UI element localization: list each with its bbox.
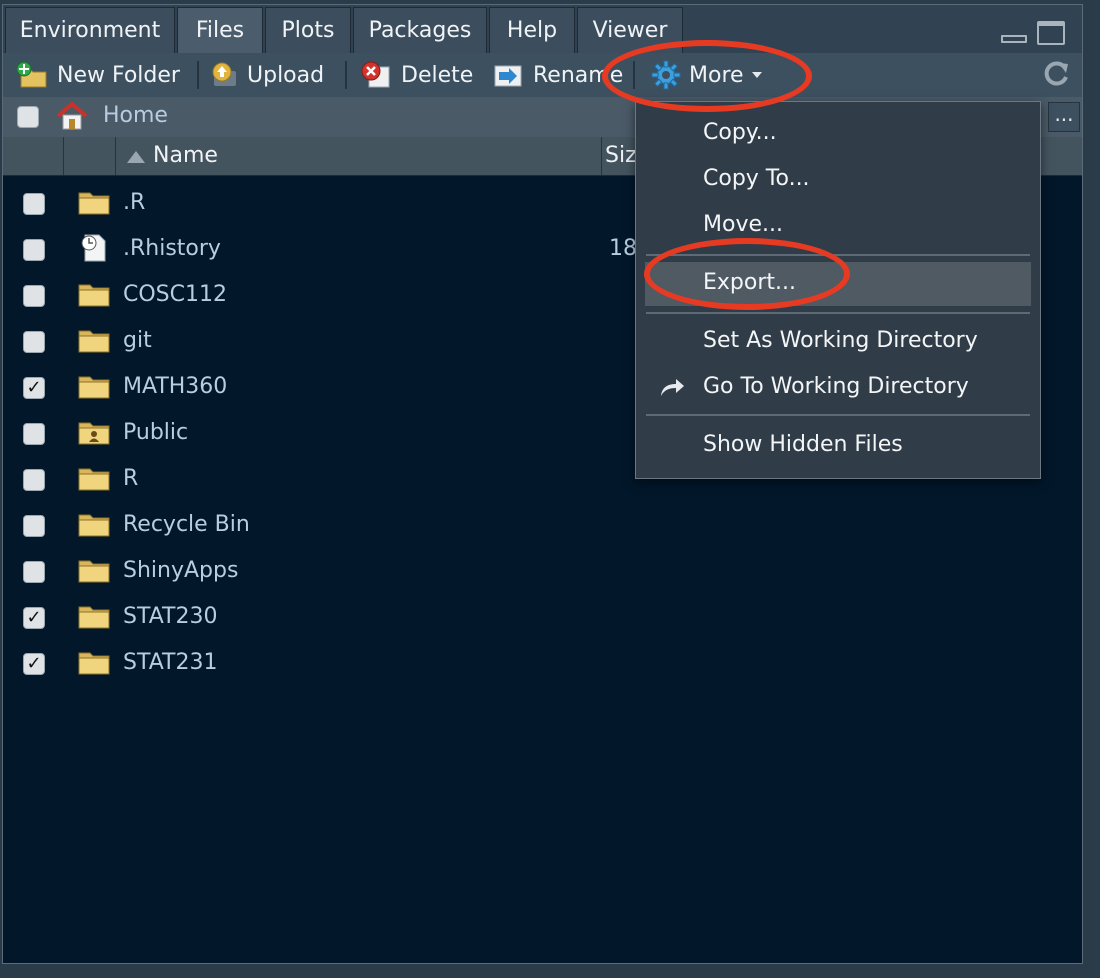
file-checkbox[interactable] (23, 239, 45, 261)
file-name-link[interactable]: ShinyApps (123, 558, 238, 583)
annotation-circle-more (602, 40, 812, 112)
menu-item-label: Copy To... (703, 166, 810, 191)
folder-icon (77, 647, 111, 681)
history-file-icon (77, 233, 111, 267)
folder-icon (77, 601, 111, 635)
minimize-pane-icon[interactable] (1001, 35, 1027, 43)
file-checkbox[interactable] (23, 331, 45, 353)
file-checkbox[interactable] (23, 469, 45, 491)
files-pane: Environment Files Plots Packages Help Vi… (2, 4, 1083, 964)
folder-icon (77, 509, 111, 543)
menu-item-go-to-working-dir[interactable]: Go To Working Directory (636, 366, 1040, 410)
size-column-header[interactable]: Siz (605, 143, 637, 168)
file-name-link[interactable]: R (123, 466, 138, 491)
new-folder-button[interactable]: New Folder (15, 58, 180, 92)
delete-label: Delete (401, 62, 474, 88)
menu-item-copy-to[interactable]: Copy To... (636, 158, 1040, 202)
folder-icon (77, 463, 111, 497)
annotation-circle-export (644, 238, 850, 310)
folder-icon (77, 555, 111, 589)
select-all-checkbox[interactable] (17, 106, 39, 128)
tab-environment[interactable]: Environment (5, 7, 175, 53)
column-divider (63, 137, 64, 175)
menu-item-show-hidden-files[interactable]: Show Hidden Files (636, 424, 1040, 468)
file-name-link[interactable]: Public (123, 420, 188, 445)
menu-item-label: Set As Working Directory (703, 328, 978, 353)
menu-divider (646, 312, 1030, 314)
file-checkbox[interactable] (23, 423, 45, 445)
tab-bar: Environment Files Plots Packages Help Vi… (3, 5, 1082, 54)
delete-button[interactable]: Delete (359, 58, 473, 92)
tab-files[interactable]: Files (177, 7, 263, 53)
file-checkbox[interactable]: ✓ (23, 653, 45, 675)
file-checkbox[interactable] (23, 285, 45, 307)
folder-icon (77, 371, 111, 405)
file-checkbox[interactable] (23, 193, 45, 215)
folder-icon (77, 325, 111, 359)
file-name-link[interactable]: COSC112 (123, 282, 227, 307)
upload-icon (212, 62, 236, 86)
menu-item-move[interactable]: Move... (636, 204, 1040, 248)
toolbar-divider (345, 61, 347, 89)
menu-item-label: Show Hidden Files (703, 432, 903, 457)
delete-icon (361, 61, 390, 88)
breadcrumb-home[interactable]: Home (103, 103, 168, 128)
file-name-link[interactable]: git (123, 328, 152, 353)
menu-divider (646, 414, 1030, 416)
file-row[interactable]: ShinyApps (3, 549, 1082, 595)
file-checkbox[interactable] (23, 515, 45, 537)
new-folder-label: New Folder (57, 62, 180, 88)
name-column-header[interactable]: Name (153, 143, 218, 168)
file-row[interactable]: ✓ STAT230 (3, 595, 1082, 641)
home-icon[interactable] (55, 101, 89, 131)
rename-icon (494, 65, 522, 87)
maximize-pane-icon[interactable] (1037, 21, 1065, 45)
refresh-icon[interactable] (1041, 59, 1071, 93)
menu-item-label: Go To Working Directory (703, 374, 969, 399)
tab-plots[interactable]: Plots (265, 7, 351, 53)
file-checkbox[interactable] (23, 561, 45, 583)
file-name-link[interactable]: .R (123, 190, 145, 215)
menu-item-set-working-dir[interactable]: Set As Working Directory (636, 320, 1040, 364)
menu-item-copy[interactable]: Copy... (636, 112, 1040, 156)
menu-item-label: Move... (703, 212, 783, 237)
file-checkbox[interactable]: ✓ (23, 377, 45, 399)
file-name-link[interactable]: .Rhistory (123, 236, 221, 261)
file-name-link[interactable]: Recycle Bin (123, 512, 250, 537)
file-size: 18 (609, 236, 637, 261)
files-toolbar: New Folder Upload Delete Rename More (3, 53, 1082, 98)
toolbar-divider (197, 61, 199, 89)
menu-item-label: Copy... (703, 120, 777, 145)
folder-icon (77, 187, 111, 221)
tab-packages[interactable]: Packages (353, 7, 487, 53)
tab-help[interactable]: Help (489, 7, 575, 53)
folder-icon (77, 279, 111, 313)
file-row[interactable]: Recycle Bin (3, 503, 1082, 549)
new-folder-icon (16, 61, 47, 88)
file-name-link[interactable]: STAT231 (123, 650, 217, 675)
column-divider (601, 137, 602, 175)
sort-ascending-icon[interactable] (127, 151, 145, 163)
file-name-link[interactable]: STAT230 (123, 604, 217, 629)
go-to-arrow-icon (661, 379, 684, 396)
upload-button[interactable]: Upload (209, 58, 324, 92)
public-folder-icon (77, 417, 111, 451)
upload-label: Upload (247, 62, 325, 88)
path-more-button[interactable]: ... (1048, 102, 1080, 132)
column-divider (115, 137, 116, 175)
file-row[interactable]: ✓ STAT231 (3, 641, 1082, 687)
file-name-link[interactable]: MATH360 (123, 374, 227, 399)
file-checkbox[interactable]: ✓ (23, 607, 45, 629)
